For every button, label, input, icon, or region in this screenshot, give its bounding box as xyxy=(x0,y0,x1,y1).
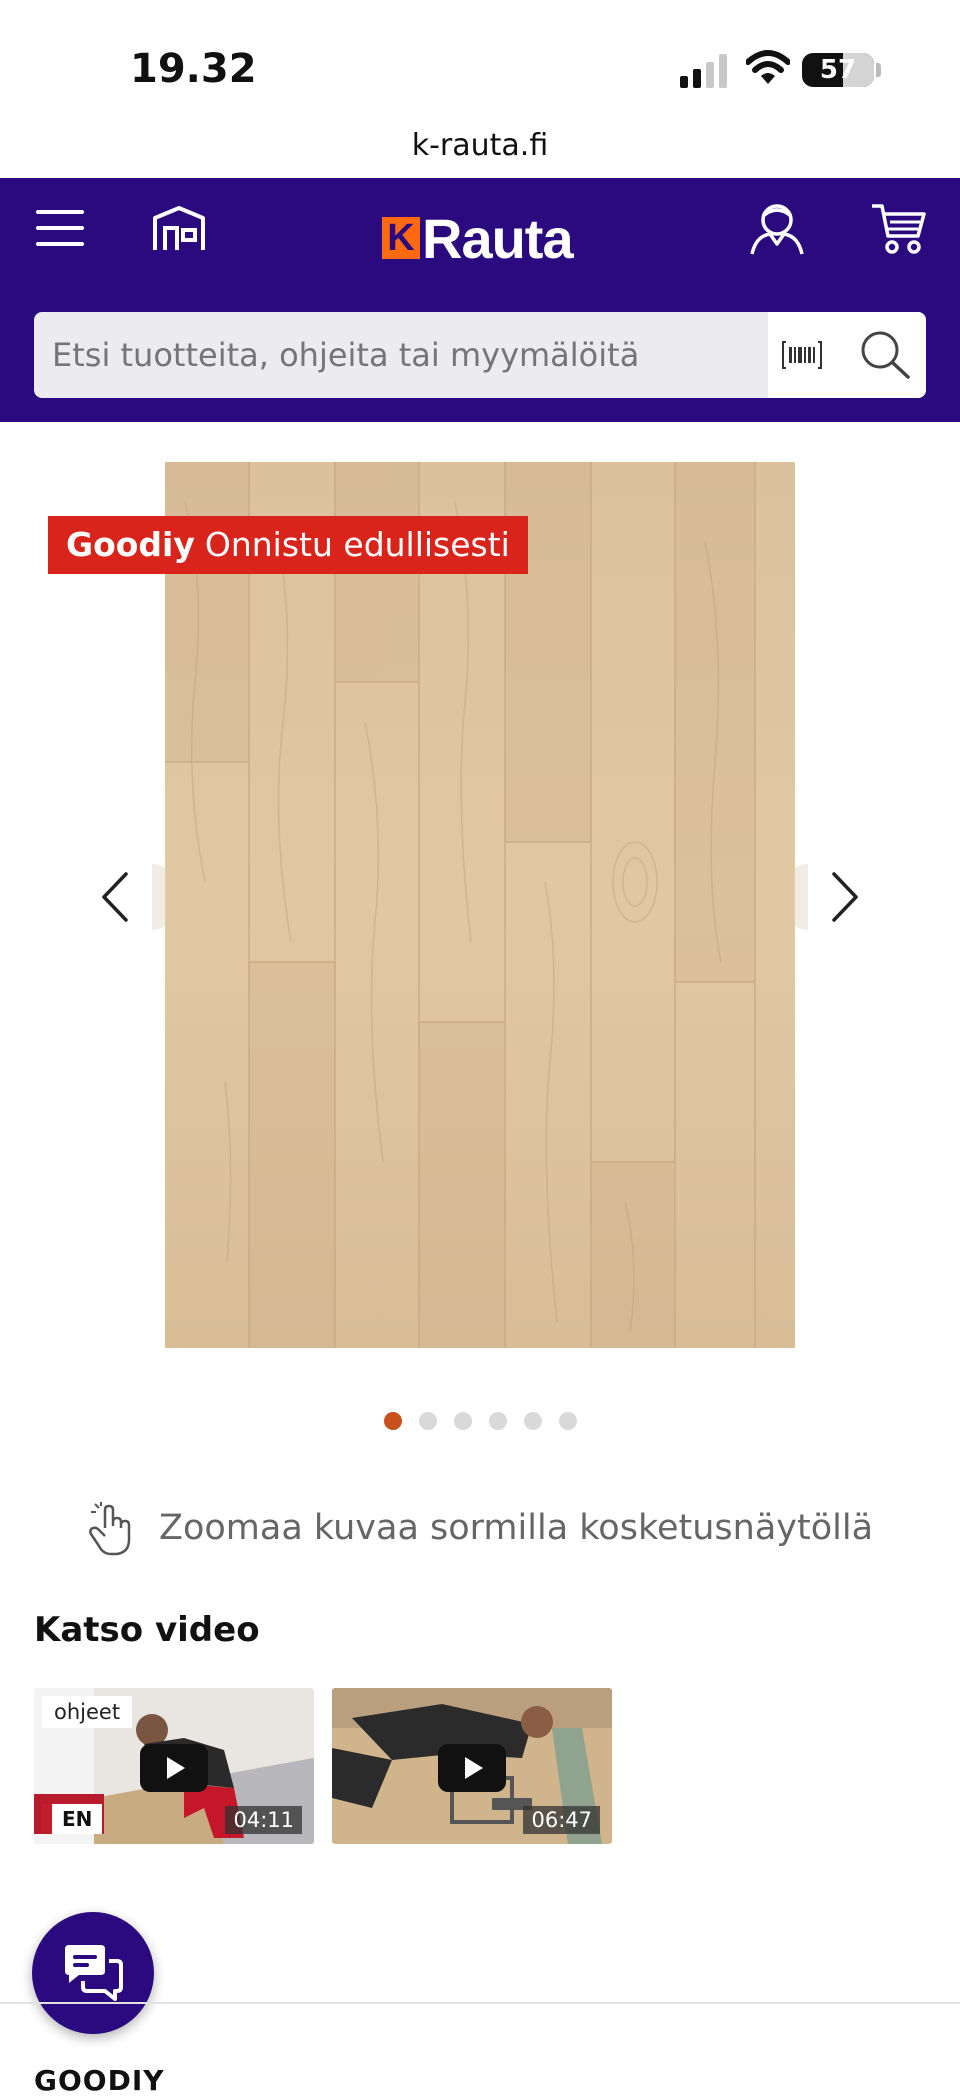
wifi-icon xyxy=(746,50,790,84)
battery-indicator: 57 xyxy=(802,53,874,87)
hand-touch-icon xyxy=(89,1502,131,1556)
pagination-dot[interactable] xyxy=(558,1412,577,1430)
badge-text: Onnistu edullisesti xyxy=(204,525,510,564)
video-language: EN xyxy=(42,1804,103,1834)
pagination-dot[interactable] xyxy=(488,1412,507,1430)
zoom-hint: Zoomaa kuvaa sormilla kosketusnäytöllä xyxy=(0,1500,960,1556)
pagination-dot[interactable] xyxy=(418,1412,437,1430)
store-icon[interactable] xyxy=(152,204,206,252)
barcode-scan-icon[interactable] xyxy=(782,340,822,370)
site-header: K Rauta xyxy=(0,178,960,422)
user-icon[interactable] xyxy=(748,200,806,256)
brand-heading: GOODIY xyxy=(34,2064,165,2097)
video-card-1[interactable]: ohjeet EN 04:11 xyxy=(34,1688,314,1844)
k-rauta-logo[interactable]: K Rauta xyxy=(382,206,574,270)
play-icon[interactable] xyxy=(438,1744,506,1792)
hamburger-menu-icon[interactable] xyxy=(36,208,86,248)
chevron-left-icon[interactable] xyxy=(86,862,146,932)
goodiy-badge: Goodiy Onnistu edullisesti xyxy=(48,516,528,574)
zoom-hint-text: Zoomaa kuvaa sormilla kosketusnäytöllä xyxy=(158,1508,874,1548)
product-gallery: Goodiy Onnistu edullisesti xyxy=(0,462,960,1352)
video-section-heading: Katso video xyxy=(34,1610,260,1650)
chat-button[interactable] xyxy=(32,1912,154,2034)
video-duration: 04:11 xyxy=(225,1806,302,1834)
search-bar xyxy=(34,312,926,398)
section-divider xyxy=(0,2002,960,2004)
video-card-2[interactable]: 06:47 xyxy=(332,1688,612,1844)
product-image[interactable] xyxy=(165,462,795,1348)
search-input[interactable] xyxy=(52,312,772,398)
logo-text: Rauta xyxy=(422,206,574,270)
play-icon[interactable] xyxy=(140,1744,208,1792)
status-time: 19.32 xyxy=(130,46,257,92)
battery-cap xyxy=(876,63,881,77)
pagination-dot[interactable] xyxy=(383,1412,402,1430)
pagination-dot[interactable] xyxy=(523,1412,542,1430)
badge-brand: Goodiy xyxy=(66,525,195,564)
video-tag: ohjeet xyxy=(42,1696,133,1728)
cellular-signal-icon xyxy=(680,54,727,88)
search-icon[interactable] xyxy=(860,330,912,380)
address-bar-url[interactable]: k-rauta.fi xyxy=(0,128,960,163)
logo-k: K xyxy=(382,217,420,259)
search-actions xyxy=(768,312,926,398)
cart-icon[interactable] xyxy=(870,202,926,254)
gallery-pagination xyxy=(0,1412,960,1430)
video-duration: 06:47 xyxy=(523,1806,600,1834)
pagination-dot[interactable] xyxy=(453,1412,472,1430)
chat-bubbles-icon xyxy=(65,1945,123,2001)
chevron-right-icon[interactable] xyxy=(814,862,874,932)
